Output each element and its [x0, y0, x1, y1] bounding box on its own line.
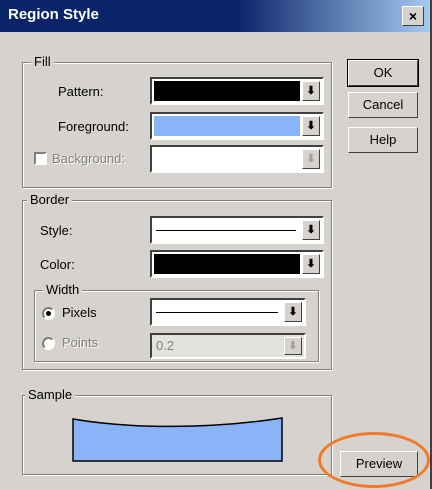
window-title: Region Style — [8, 6, 99, 23]
background-select[interactable]: ⬇ — [150, 145, 324, 173]
pixel-width-preview — [156, 312, 278, 313]
color-dropdown-arrow-icon[interactable]: ⬇ — [302, 254, 320, 274]
preview-highlight-ellipse — [318, 432, 430, 488]
title-bar: Region Style × — [0, 0, 430, 32]
style-label: Style: — [40, 223, 73, 238]
help-button[interactable]: Help — [348, 127, 418, 153]
foreground-select[interactable]: ⬇ — [150, 112, 324, 140]
fill-group-label: Fill — [31, 54, 54, 69]
region-style-dialog: Region Style × Fill Pattern: ⬇ Foregroun… — [0, 0, 432, 489]
ok-button[interactable]: OK — [347, 59, 419, 87]
sample-preview — [72, 417, 283, 462]
sample-region-shape — [72, 417, 283, 462]
border-group-label: Border — [27, 192, 73, 207]
color-select[interactable]: ⬇ — [150, 250, 324, 278]
color-label: Color: — [40, 257, 75, 272]
cancel-button[interactable]: Cancel — [348, 92, 418, 118]
background-swatch — [154, 149, 300, 169]
points-label: Points — [62, 335, 99, 350]
background-checkbox[interactable] — [34, 152, 47, 165]
points-radio[interactable] — [42, 337, 55, 350]
pattern-swatch — [154, 81, 300, 101]
style-dropdown-arrow-icon[interactable]: ⬇ — [302, 220, 320, 240]
pattern-dropdown-arrow-icon[interactable]: ⬇ — [302, 81, 320, 101]
points-select[interactable]: 0.2 ⬇ — [150, 333, 306, 359]
style-select[interactable]: ⬇ — [150, 216, 324, 244]
pixels-dropdown-arrow-icon[interactable]: ⬇ — [284, 302, 302, 322]
background-dropdown-arrow-icon[interactable]: ⬇ — [302, 149, 320, 169]
background-label: Background: — [52, 151, 125, 166]
pattern-label: Pattern: — [58, 84, 104, 99]
width-group-label: Width — [43, 282, 83, 297]
foreground-label: Foreground: — [58, 119, 129, 134]
pixels-label: Pixels — [62, 305, 97, 320]
pixels-radio-dot — [46, 311, 51, 316]
foreground-dropdown-arrow-icon[interactable]: ⬇ — [302, 116, 320, 136]
pixels-select[interactable]: ⬇ — [150, 298, 306, 326]
color-swatch — [154, 254, 300, 274]
pixels-radio[interactable] — [42, 307, 55, 320]
sample-group-label: Sample — [25, 387, 76, 402]
foreground-swatch — [154, 116, 300, 136]
close-button[interactable]: × — [402, 6, 424, 26]
points-value: 0.2 — [156, 338, 175, 353]
line-style-preview — [156, 230, 296, 231]
points-dropdown-arrow-icon[interactable]: ⬇ — [284, 337, 302, 355]
pattern-select[interactable]: ⬇ — [150, 77, 324, 105]
close-icon: × — [408, 8, 418, 24]
